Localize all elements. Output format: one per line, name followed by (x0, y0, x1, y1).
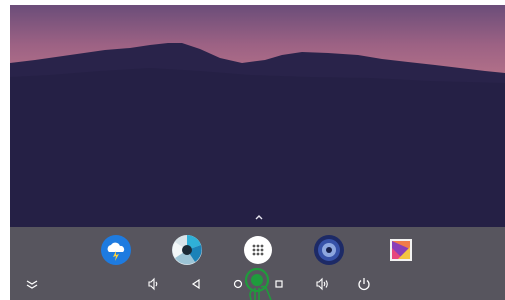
home-button[interactable] (228, 274, 248, 294)
navigation-bar (10, 271, 505, 300)
music-app-icon[interactable] (313, 234, 345, 266)
dock (10, 227, 505, 300)
power-button[interactable] (354, 274, 374, 294)
collapse-chevron-icon[interactable] (22, 274, 42, 294)
chevron-up-icon[interactable] (253, 213, 265, 223)
volume-down-icon[interactable] (143, 274, 163, 294)
weather-app-icon[interactable] (100, 234, 132, 266)
volume-up-icon[interactable] (312, 274, 332, 294)
back-button[interactable] (186, 274, 206, 294)
recents-button[interactable] (269, 274, 289, 294)
all-apps-button[interactable] (242, 234, 274, 266)
browser-app-icon[interactable] (171, 234, 203, 266)
android-screen (10, 5, 505, 300)
wallpaper (10, 5, 505, 227)
gallery-app-icon[interactable] (385, 234, 417, 266)
